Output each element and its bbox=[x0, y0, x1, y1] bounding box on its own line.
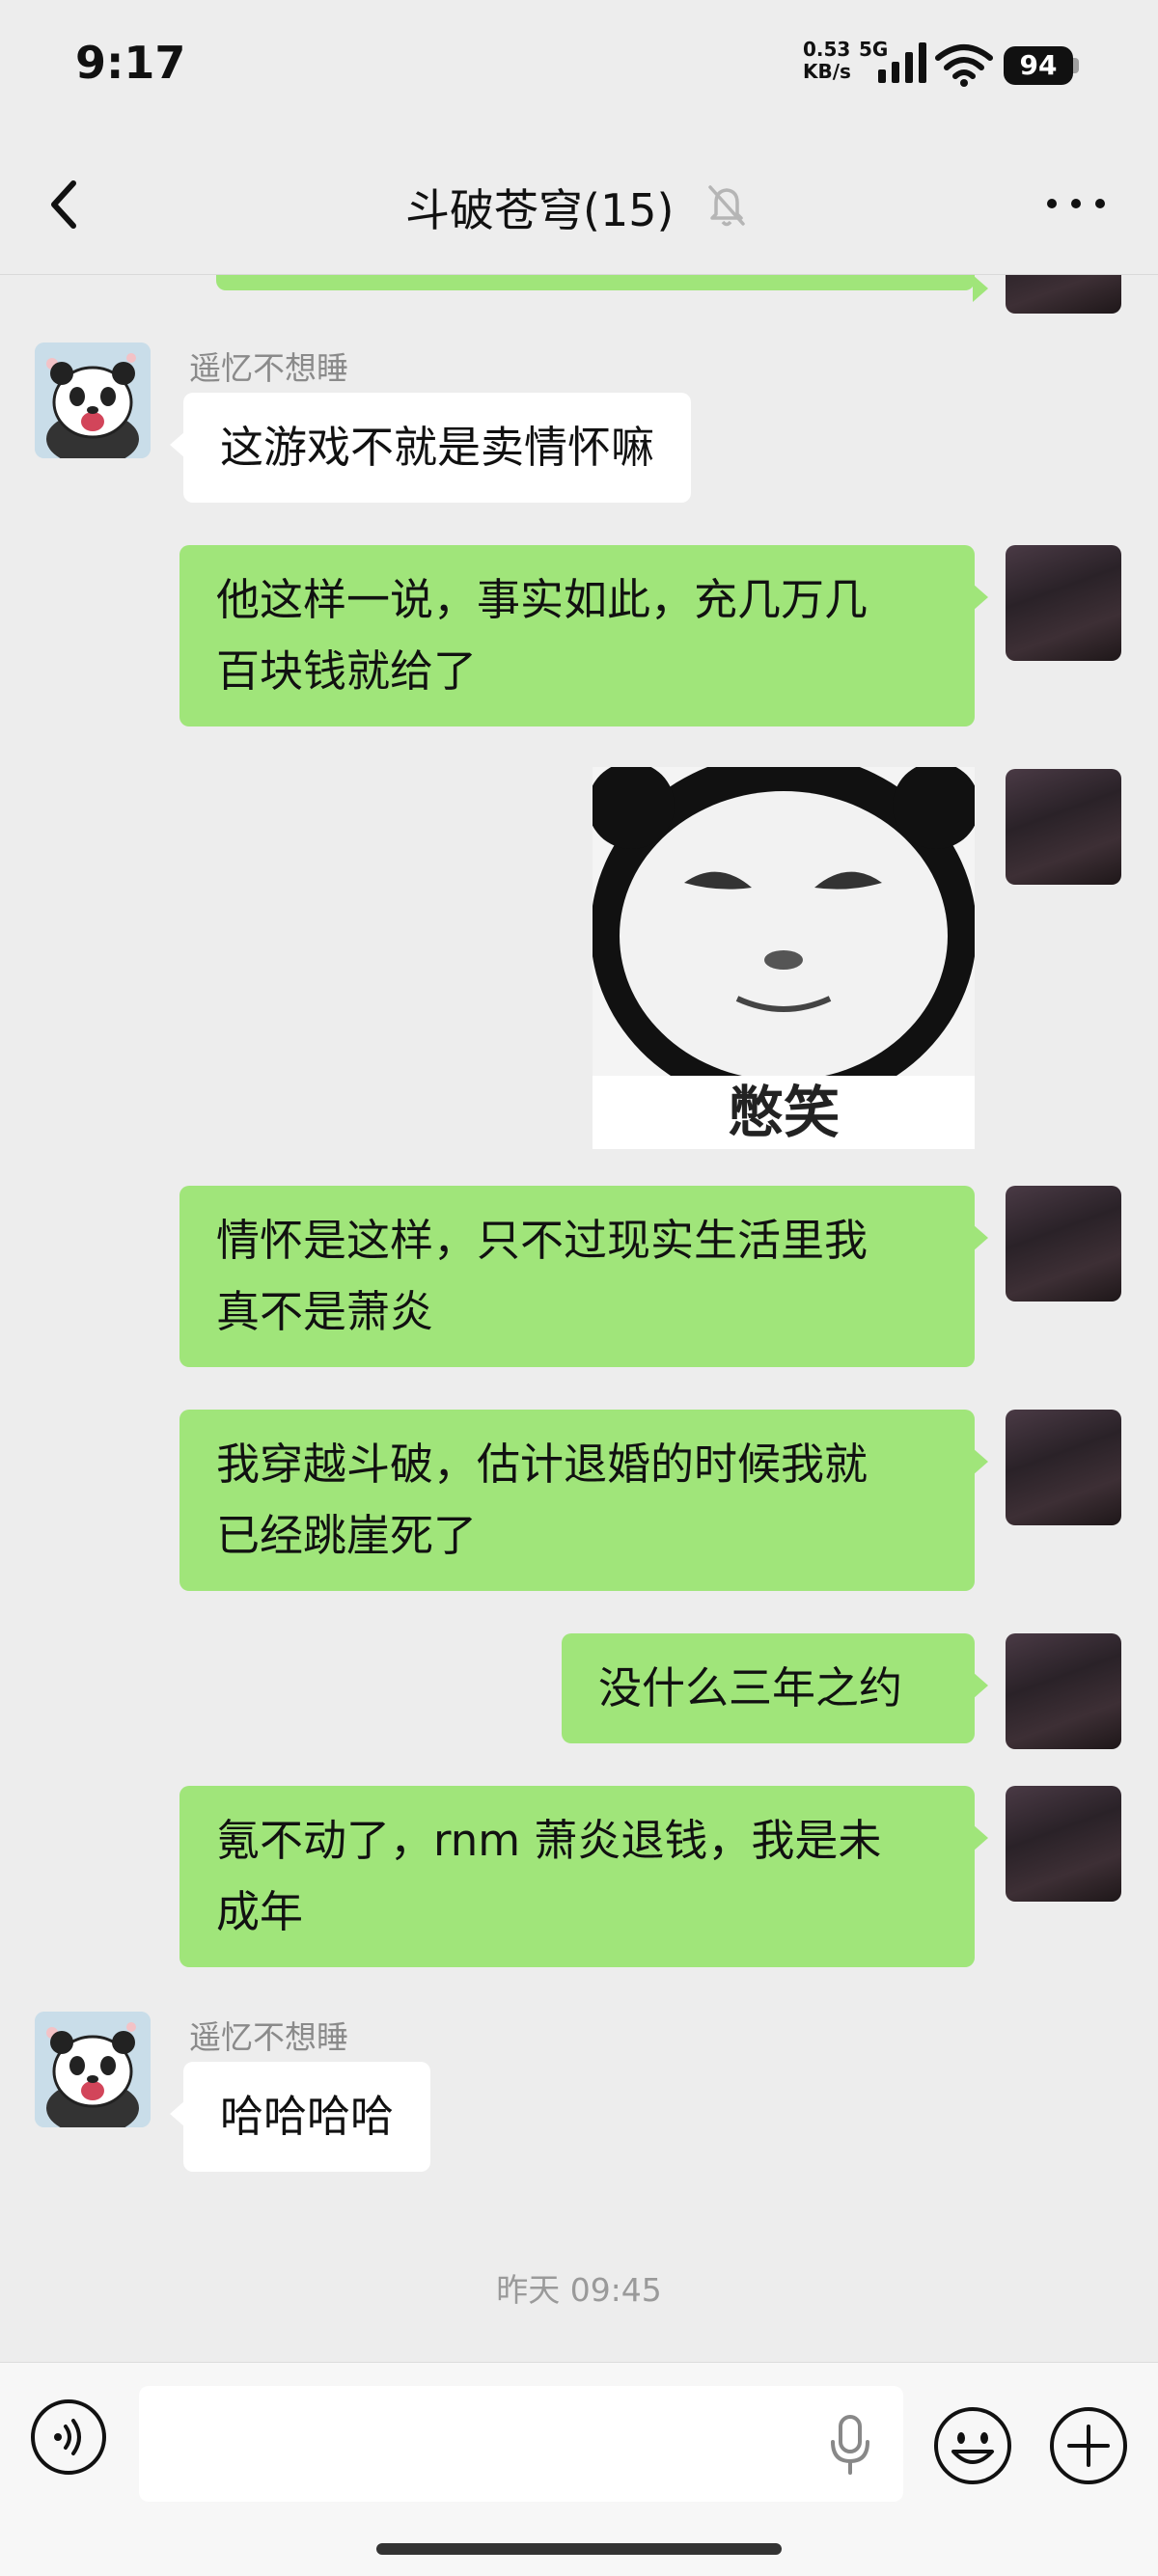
bell-muted-icon bbox=[708, 185, 745, 227]
message-text-line: 我穿越斗破，估计退婚的时候我就 bbox=[216, 1439, 868, 1490]
message-bubble[interactable]: 情怀是这样，只不过现实生活里我 真不是萧炎 bbox=[179, 1186, 988, 1367]
message-text-line: 氪不动了，rnm 萧炎退钱，我是未 bbox=[216, 1815, 882, 1866]
sender-avatar[interactable] bbox=[35, 2012, 151, 2127]
message-text-line: 真不是萧炎 bbox=[216, 1286, 434, 1337]
network-speed-value: 0.53 bbox=[803, 38, 851, 61]
message-list[interactable]: 遥忆不想睡 这游戏不就是卖情怀嘛 他这样一说，事实如此，充几万几 百块钱就给了 … bbox=[0, 275, 1158, 2359]
network-speed: 0.53 KB/s 5G bbox=[803, 38, 888, 83]
my-avatar[interactable] bbox=[1006, 1186, 1121, 1302]
message-text-line: 成年 bbox=[216, 1886, 304, 1937]
sticker-image[interactable]: 憋笑 bbox=[593, 767, 975, 1149]
home-indicator[interactable] bbox=[376, 2543, 782, 2555]
more-dots-icon[interactable] bbox=[1042, 189, 1110, 218]
panda-sticker-icon: 憋笑 bbox=[593, 767, 975, 1149]
message-timestamp: 昨天 09:45 bbox=[496, 2271, 662, 2309]
message-input[interactable] bbox=[139, 2386, 903, 2502]
chevron-left-icon[interactable] bbox=[41, 176, 89, 233]
status-time: 9:17 bbox=[75, 37, 186, 89]
message-text-line: 他这样一说，事实如此，充几万几 bbox=[216, 574, 868, 625]
battery-tip bbox=[1073, 58, 1079, 73]
message-text: 这游戏不就是卖情怀嘛 bbox=[220, 422, 655, 473]
battery-indicator: 94 bbox=[1004, 46, 1073, 85]
message-bubble[interactable]: 氪不动了，rnm 萧炎退钱，我是未 成年 bbox=[179, 1786, 988, 1967]
message-text-line: 已经跳崖死了 bbox=[216, 1510, 478, 1561]
my-avatar[interactable] bbox=[1006, 1786, 1121, 1902]
my-avatar[interactable] bbox=[1006, 1633, 1121, 1749]
sender-name: 遥忆不想睡 bbox=[189, 349, 348, 387]
sticker-caption: 憋笑 bbox=[728, 1080, 840, 1145]
plus-icon[interactable] bbox=[1048, 2405, 1129, 2486]
message-text-line: 没什么三年之约 bbox=[598, 1662, 903, 1713]
network-speed-unit: KB/s bbox=[803, 60, 851, 83]
my-avatar[interactable] bbox=[1006, 275, 1121, 314]
panda-avatar-icon bbox=[35, 2012, 151, 2127]
message-bubble[interactable]: 哈哈哈哈 bbox=[169, 2062, 431, 2172]
chat-header: 斗破苍穹(15) bbox=[0, 135, 1158, 275]
emoji-icon[interactable] bbox=[932, 2405, 1013, 2486]
panda-avatar-icon bbox=[35, 343, 151, 458]
message-bubble[interactable]: 这游戏不就是卖情怀嘛 bbox=[169, 393, 692, 503]
my-avatar[interactable] bbox=[1006, 769, 1121, 885]
message-bubble[interactable]: 我穿越斗破，估计退婚的时候我就 已经跳崖死了 bbox=[179, 1410, 988, 1591]
message-bubble[interactable]: 他这样一说，事实如此，充几万几 百块钱就给了 bbox=[179, 545, 988, 726]
voice-icon[interactable] bbox=[29, 2398, 108, 2477]
message-text: 哈哈哈哈 bbox=[220, 2091, 395, 2142]
wifi-icon bbox=[935, 44, 993, 87]
status-bar: 9:17 0.53 KB/s 5G 94 bbox=[0, 0, 1158, 135]
message-text-line: 百块钱就给了 bbox=[216, 645, 478, 697]
message-bubble[interactable]: 没什么三年之约 bbox=[562, 1633, 988, 1743]
chat-title: 斗破苍穹(15) bbox=[405, 184, 675, 236]
microphone-icon[interactable] bbox=[826, 2411, 874, 2479]
message-text-line: 情怀是这样，只不过现实生活里我 bbox=[216, 1215, 868, 1266]
message-bubble-partial[interactable] bbox=[216, 275, 988, 302]
sender-name: 遥忆不想睡 bbox=[189, 2018, 348, 2056]
my-avatar[interactable] bbox=[1006, 545, 1121, 661]
sender-avatar[interactable] bbox=[35, 343, 151, 458]
signal-icon bbox=[878, 42, 926, 83]
my-avatar[interactable] bbox=[1006, 1410, 1121, 1525]
